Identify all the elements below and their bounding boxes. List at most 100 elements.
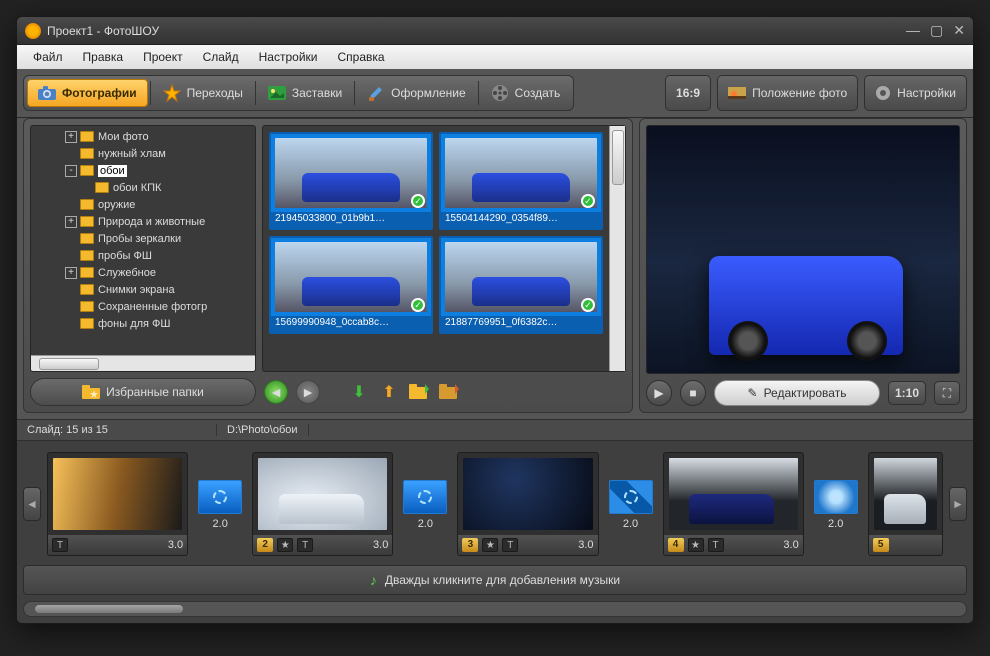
tree-item[interactable]: оружие bbox=[31, 196, 255, 213]
timeline-scroll-right-button[interactable]: ► bbox=[949, 487, 967, 521]
browser-panel: +Мои фотонужный хлам-обоиобои КПКоружие+… bbox=[23, 118, 633, 413]
nav-forward-button[interactable]: ► bbox=[296, 380, 320, 404]
tree-item-label: обои КПК bbox=[113, 182, 161, 194]
timeline-panel: ◄ T3.02.02★T3.02.03★T3.02.04★T3.02.05 ► … bbox=[17, 441, 973, 623]
status-bar: Слайд: 15 из 15 D:\Photo\обои bbox=[17, 419, 973, 441]
folder-icon bbox=[80, 267, 94, 278]
timeline-transition[interactable]: 2.0 bbox=[609, 464, 653, 544]
aspect-ratio-button[interactable]: 16:9 bbox=[665, 75, 711, 111]
close-button[interactable]: ✕ bbox=[953, 22, 965, 39]
timeline-slide[interactable]: 2★T3.0 bbox=[252, 452, 393, 556]
stop-button[interactable]: ■ bbox=[680, 380, 706, 406]
menu-settings[interactable]: Настройки bbox=[251, 48, 326, 66]
sunset-icon bbox=[728, 87, 746, 99]
checkmark-icon: ✓ bbox=[581, 194, 595, 208]
play-button[interactable]: ▶ bbox=[646, 380, 672, 406]
tab-titles[interactable]: Заставки bbox=[258, 79, 352, 107]
timeline-hscrollbar[interactable] bbox=[23, 601, 967, 617]
titlebar: Проект1 - ФотоШОУ — ▢ ✕ bbox=[17, 17, 973, 45]
tree-expander-icon[interactable]: - bbox=[65, 165, 77, 177]
folder-tree[interactable]: +Мои фотонужный хлам-обоиобои КПКоружие+… bbox=[30, 125, 256, 372]
nav-back-button[interactable]: ◄ bbox=[264, 380, 288, 404]
folder-icon bbox=[80, 301, 94, 312]
tree-item[interactable]: нужный хлам bbox=[31, 145, 255, 162]
slide-number: 2 bbox=[257, 538, 273, 552]
tree-item[interactable]: Сохраненные фотогр bbox=[31, 298, 255, 315]
add-folder-button[interactable] bbox=[408, 381, 430, 403]
slide-chip[interactable]: ★ bbox=[277, 538, 293, 552]
timeline-transition[interactable]: 2.0 bbox=[198, 464, 242, 544]
timeline-slide[interactable]: 3★T3.0 bbox=[457, 452, 598, 556]
thumbnail-filename: 21945033800_01b9b1… bbox=[271, 212, 431, 228]
thumbnail-item[interactable]: ✓ 15504144290_0354f89… bbox=[439, 132, 603, 230]
thumbnail-image bbox=[275, 242, 427, 312]
timeline-slide[interactable]: T3.0 bbox=[47, 452, 188, 556]
timeline-transition[interactable]: 2.0 bbox=[403, 464, 447, 544]
menu-help[interactable]: Справка bbox=[329, 48, 392, 66]
thumbs-vscrollbar[interactable] bbox=[609, 126, 625, 371]
thumbnail-item[interactable]: ✓21945033800_01b9b1… bbox=[269, 132, 433, 230]
slide-number: 3 bbox=[462, 538, 478, 552]
checkmark-icon: ✓ bbox=[411, 298, 425, 312]
menu-project[interactable]: Проект bbox=[135, 48, 191, 66]
add-to-timeline-button[interactable]: ⬇ bbox=[348, 381, 370, 403]
tab-create[interactable]: Создать bbox=[481, 79, 571, 107]
folder-icon bbox=[80, 233, 94, 244]
tree-item[interactable]: Пробы зеркалки bbox=[31, 230, 255, 247]
timeline-transition[interactable]: 2.0 bbox=[814, 464, 858, 544]
tree-item[interactable]: +Служебное bbox=[31, 264, 255, 281]
slide-chip[interactable]: T bbox=[52, 538, 68, 552]
slide-chip[interactable]: T bbox=[502, 538, 518, 552]
tree-item[interactable]: пробы ФШ bbox=[31, 247, 255, 264]
thumbnail-item[interactable]: ✓15699990948_0ccab8c… bbox=[269, 236, 433, 334]
music-track[interactable]: ♪ Дважды кликните для добавления музыки bbox=[23, 565, 967, 595]
tree-hscrollbar[interactable] bbox=[31, 355, 255, 371]
tree-expander-icon[interactable]: + bbox=[65, 131, 77, 143]
remove-from-timeline-button[interactable]: ⬆ bbox=[378, 381, 400, 403]
slide-thumbnail bbox=[463, 458, 592, 530]
timeline-scroll-left-button[interactable]: ◄ bbox=[23, 487, 41, 521]
tree-item[interactable]: +Мои фото bbox=[31, 128, 255, 145]
slide-chip[interactable]: T bbox=[708, 538, 724, 552]
tree-item[interactable]: фоны для ФШ bbox=[31, 315, 255, 332]
tab-photos[interactable]: Фотографии bbox=[27, 79, 148, 107]
tree-expander-icon[interactable]: + bbox=[65, 216, 77, 228]
tree-item[interactable]: обои КПК bbox=[31, 179, 255, 196]
music-note-icon: ♪ bbox=[370, 572, 377, 588]
preview-viewport[interactable] bbox=[646, 125, 960, 374]
tab-design[interactable]: Оформление bbox=[357, 79, 475, 107]
app-logo-icon bbox=[25, 23, 41, 39]
arrow-left-icon: ◄ bbox=[269, 384, 283, 400]
menu-edit[interactable]: Правка bbox=[75, 48, 132, 66]
slide-chip[interactable]: T bbox=[297, 538, 313, 552]
slide-chip[interactable]: ★ bbox=[482, 538, 498, 552]
remove-folder-button[interactable] bbox=[438, 381, 460, 403]
slide-chip[interactable]: ★ bbox=[688, 538, 704, 552]
timeline-slide[interactable]: 5 bbox=[868, 452, 943, 556]
fullscreen-icon: ⛶ bbox=[943, 386, 951, 401]
time-display: 1:10 bbox=[888, 381, 926, 405]
app-window: Проект1 - ФотоШОУ — ▢ ✕ Файл Правка Прое… bbox=[16, 16, 974, 624]
timeline-track[interactable]: T3.02.02★T3.02.03★T3.02.04★T3.02.05 bbox=[47, 452, 943, 556]
favorite-folders-button[interactable]: Избранные папки bbox=[30, 378, 256, 406]
tree-item-label: Природа и животные bbox=[98, 216, 205, 228]
maximize-button[interactable]: ▢ bbox=[930, 22, 943, 39]
menu-file[interactable]: Файл bbox=[25, 48, 71, 66]
main-tabs: Фотографии Переходы Заставки Оформление … bbox=[23, 75, 574, 111]
photo-position-button[interactable]: Положение фото bbox=[717, 75, 858, 111]
menu-slide[interactable]: Слайд bbox=[195, 48, 247, 66]
thumbnail-filename: 15504144290_0354f89… bbox=[441, 212, 601, 228]
edit-slide-button[interactable]: ✎ Редактировать bbox=[714, 380, 880, 406]
fullscreen-button[interactable]: ⛶ bbox=[934, 381, 960, 405]
timeline-slide[interactable]: 4★T3.0 bbox=[663, 452, 804, 556]
tree-expander-icon[interactable]: + bbox=[65, 267, 77, 279]
settings-button[interactable]: Настройки bbox=[864, 75, 967, 111]
tree-item[interactable]: -обои bbox=[31, 162, 255, 179]
minimize-button[interactable]: — bbox=[906, 22, 920, 39]
tab-transitions[interactable]: Переходы bbox=[153, 79, 253, 107]
tree-item[interactable]: + Природа и животные bbox=[31, 213, 255, 230]
folder-star-icon bbox=[82, 385, 100, 399]
thumbnail-item[interactable]: ✓21887769951_0f6382c… bbox=[439, 236, 603, 334]
status-path: D:\Photo\обои bbox=[217, 424, 309, 436]
tree-item[interactable]: Снимки экрана bbox=[31, 281, 255, 298]
